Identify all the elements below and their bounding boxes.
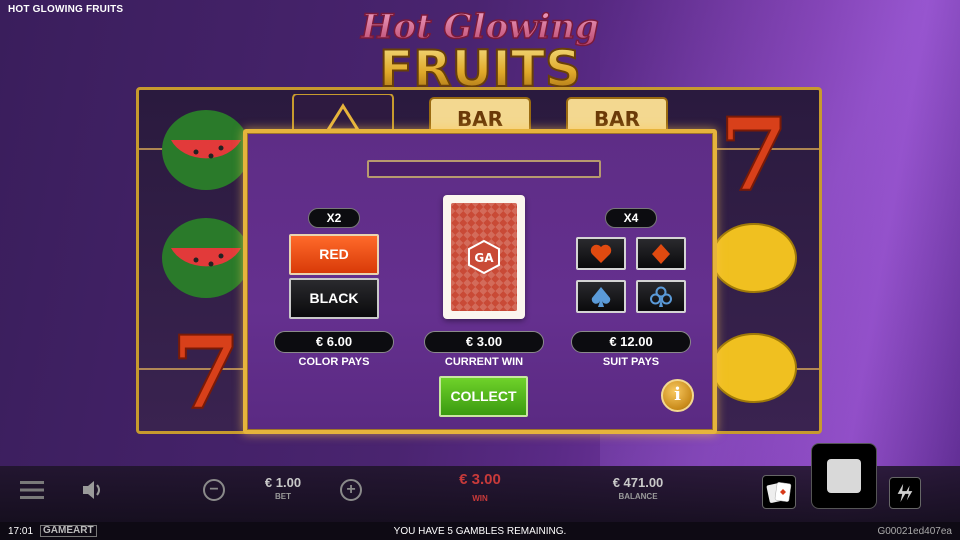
win-label: WIN [472, 494, 488, 503]
menu-icon[interactable] [20, 479, 44, 501]
heart-icon [590, 244, 612, 263]
diamond-icon [652, 243, 670, 264]
gamble-cards-button[interactable] [762, 475, 796, 509]
red-button[interactable]: RED [289, 234, 379, 275]
footer: 17:01 GAMEART YOU HAVE 5 GAMBLES REMAINI… [0, 522, 960, 540]
balance-value: € 471.00 [612, 475, 664, 490]
bet-increase-button[interactable]: + [340, 479, 362, 501]
suit-multiplier: X4 [605, 208, 657, 228]
suit-pays-label: SUIT PAYS [602, 356, 660, 368]
stop-button[interactable] [811, 443, 877, 509]
color-multiplier: X2 [308, 208, 360, 228]
gamble-panel: X2 X4 RED BLACK GA € 6.00 COLOR PAYS € 3… [243, 129, 717, 434]
spade-button[interactable] [576, 280, 626, 313]
heart-button[interactable] [576, 237, 626, 270]
spade-icon [591, 286, 611, 307]
game-logo: Hot Glowing FRUITS [340, 2, 620, 99]
bet-value: € 1.00 [264, 475, 302, 490]
svg-text:7: 7 [171, 318, 241, 418]
black-button[interactable]: BLACK [289, 278, 379, 319]
diamond-button[interactable] [636, 237, 686, 270]
turbo-button[interactable] [889, 477, 921, 509]
current-win-label: CURRENT WIN [444, 356, 524, 368]
svg-text:GA: GA [474, 251, 494, 265]
info-button[interactable]: i [661, 379, 694, 412]
card-back: GA [451, 203, 517, 311]
status-message: YOU HAVE 5 GAMBLES REMAINING. [393, 526, 567, 537]
game-title: HOT GLOWING FRUITS [8, 4, 124, 15]
logo-line2: FRUITS [379, 40, 581, 94]
collect-button[interactable]: COLLECT [439, 376, 528, 417]
sound-icon[interactable] [80, 477, 106, 503]
bet-label: BET [275, 492, 291, 501]
svg-text:7: 7 [719, 100, 789, 200]
bet-decrease-button[interactable]: − [203, 479, 225, 501]
current-win-value: € 3.00 [424, 331, 544, 353]
svg-text:BAR: BAR [457, 107, 503, 131]
suit-pays-value: € 12.00 [571, 331, 691, 353]
gameart-logo-icon: GA [468, 240, 500, 274]
color-pays-label: COLOR PAYS [298, 356, 370, 368]
balance-label: BALANCE [618, 492, 658, 501]
gamble-card: GA [443, 195, 525, 319]
win-value: € 3.00 [459, 471, 501, 488]
lightning-icon [897, 483, 913, 503]
club-icon [650, 286, 672, 307]
cards-icon [766, 482, 792, 503]
club-button[interactable] [636, 280, 686, 313]
gamble-message-bar [367, 160, 601, 178]
svg-text:BAR: BAR [594, 107, 640, 131]
stop-icon [827, 459, 861, 493]
color-pays-value: € 6.00 [274, 331, 394, 353]
session-id: G00021ed407ea [877, 526, 952, 537]
